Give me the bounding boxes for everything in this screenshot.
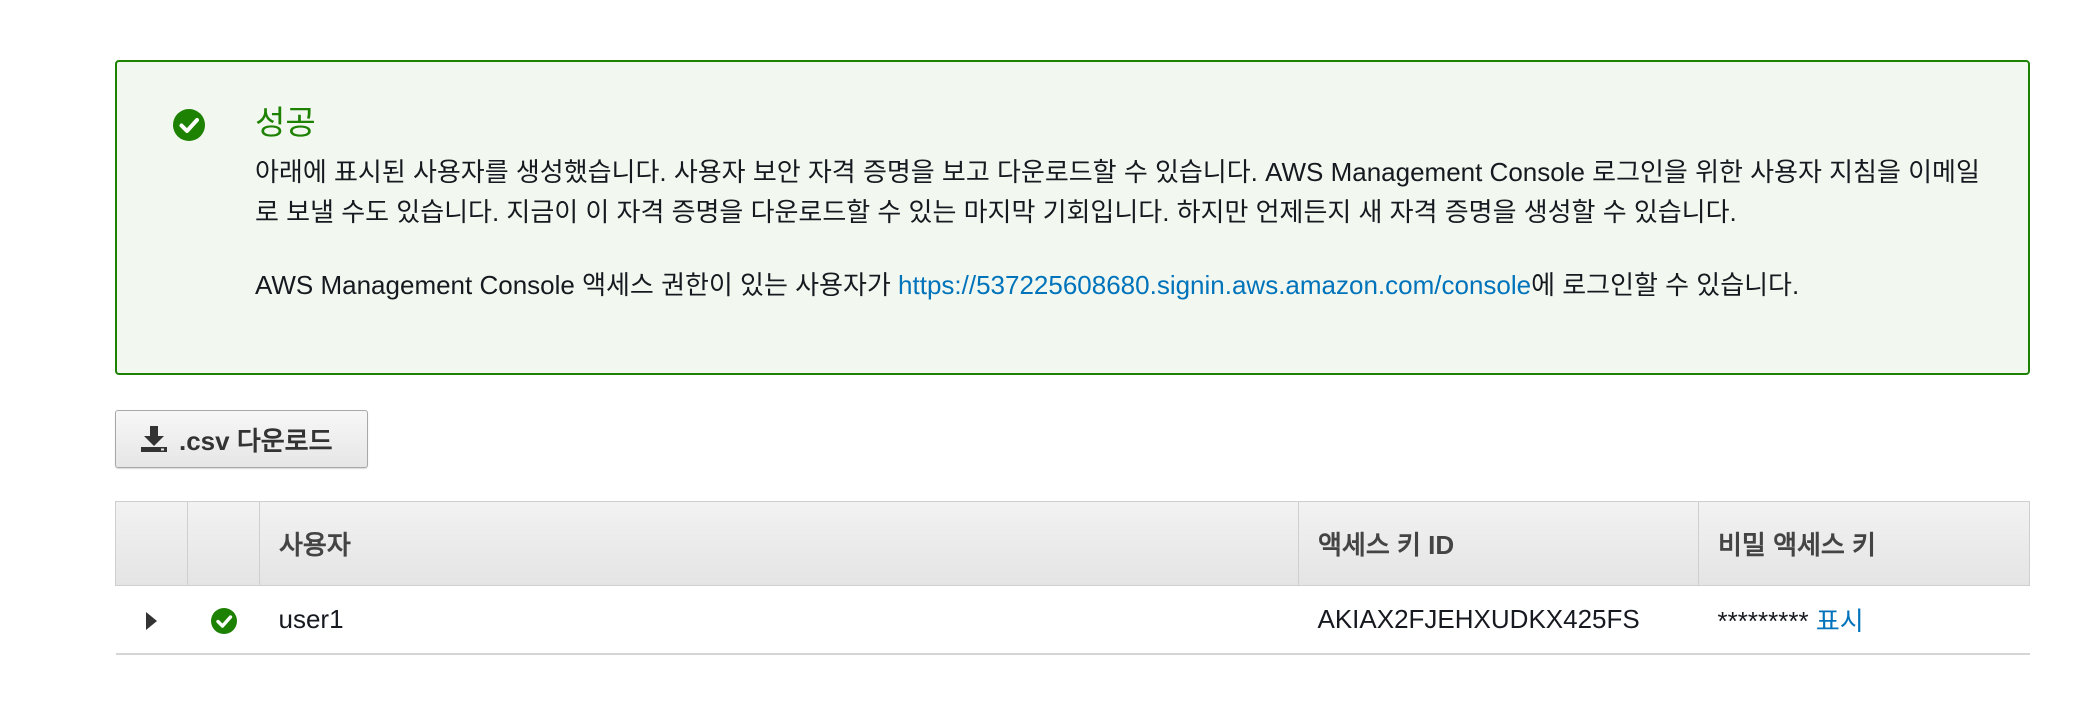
check-circle-icon	[173, 109, 205, 141]
column-header-secret-key: 비밀 액세스 키	[1698, 501, 2030, 586]
column-header-access-key-id: 액세스 키 ID	[1298, 501, 1699, 586]
console-signin-link[interactable]: https://537225608680.signin.aws.amazon.c…	[898, 270, 1531, 300]
user-name-cell: user1	[278, 603, 344, 634]
expand-column-header	[115, 501, 188, 586]
download-icon	[141, 426, 167, 452]
check-circle-icon	[210, 607, 237, 634]
alert-title: 성공	[255, 104, 316, 141]
status-cell	[188, 586, 260, 654]
column-header-user: 사용자	[259, 501, 1299, 586]
users-credentials-table: 사용자 액세스 키 ID 비밀 액세스 키 user1 AKIAX2FJEHXU…	[115, 501, 2030, 655]
success-alert: 성공 아래에 표시된 사용자를 생성했습니다. 사용자 보안 자격 증명을 보고…	[115, 60, 2030, 375]
secret-key-masked: *********	[1717, 605, 1809, 636]
secret-key-cell: ********* 표시	[1699, 586, 2030, 654]
expand-caret-icon[interactable]	[146, 611, 157, 630]
alert-login-line: AWS Management Console 액세스 권한이 있는 사용자가 h…	[255, 265, 1799, 305]
alert-message: 아래에 표시된 사용자를 생성했습니다. 사용자 보안 자격 증명을 보고 다운…	[255, 157, 1980, 227]
csv-download-button[interactable]: .csv 다운로드	[115, 410, 368, 468]
login-prefix: AWS Management Console 액세스 권한이 있는 사용자가	[255, 270, 899, 300]
expand-cell	[116, 586, 188, 654]
csv-download-label: .csv 다운로드	[179, 425, 333, 456]
show-secret-link[interactable]: 표시	[1816, 606, 1864, 636]
table-header-row: 사용자 액세스 키 ID 비밀 액세스 키	[115, 501, 2030, 586]
access-key-id-cell: AKIAX2FJEHXUDKX425FS	[1317, 603, 1640, 634]
status-column-header	[187, 501, 260, 586]
table-row: user1 AKIAX2FJEHXUDKX425FS ********* 표시	[115, 586, 2030, 654]
login-suffix: 에 로그인할 수 있습니다.	[1531, 270, 1800, 300]
